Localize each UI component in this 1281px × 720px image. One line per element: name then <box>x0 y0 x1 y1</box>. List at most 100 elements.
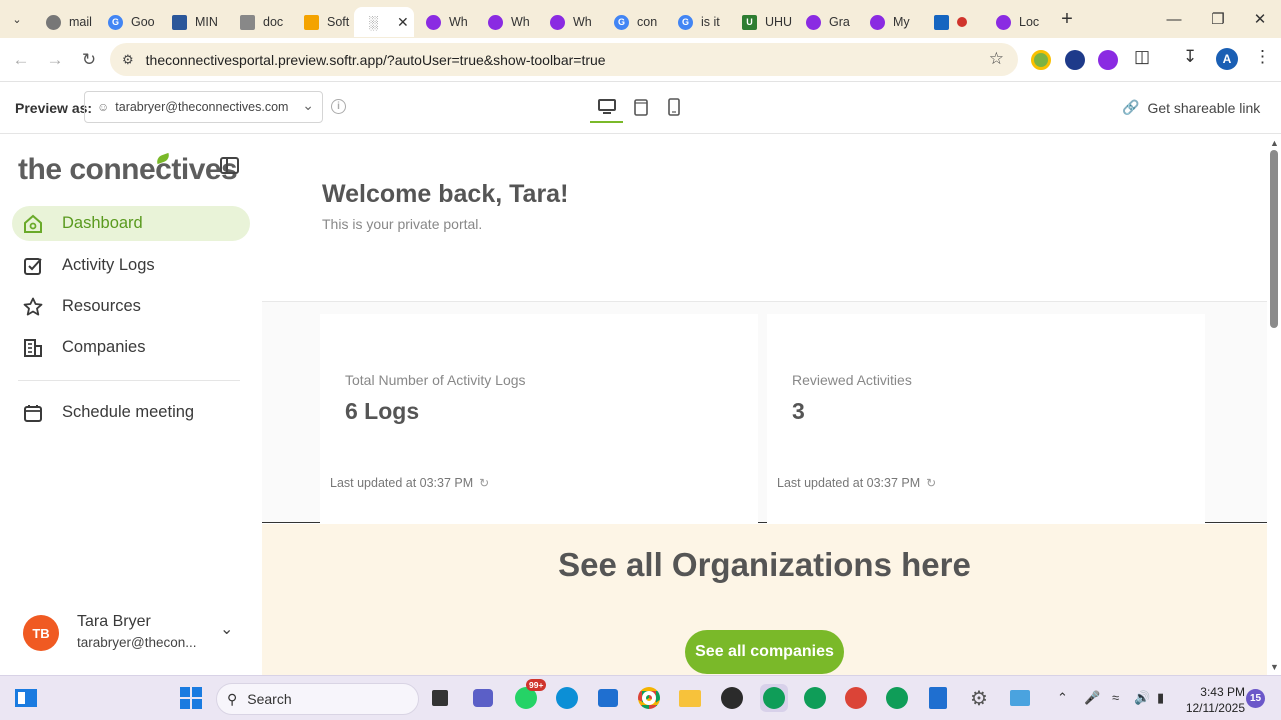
sidebar-item-resources[interactable]: Resources <box>12 289 250 324</box>
preview-as-label: Preview as: <box>15 100 93 116</box>
system-clock[interactable]: 3:43 PM 12/11/2025 <box>1185 684 1245 716</box>
tab-search-chevron-icon[interactable]: ⌄ <box>0 0 34 38</box>
tab-label: Goo <box>131 15 155 29</box>
browser-tab[interactable]: My <box>858 7 922 37</box>
reload-button[interactable]: ↻ <box>72 43 106 77</box>
minimize-button[interactable]: — <box>1152 0 1196 38</box>
google-icon: G <box>614 14 629 30</box>
get-shareable-link-button[interactable]: 🔗 Get shareable link <box>1122 99 1260 116</box>
browser-tab[interactable]: Gra <box>794 7 858 37</box>
sidebar-item-companies[interactable]: Companies <box>12 330 250 365</box>
browser-tab[interactable]: U UHU <box>730 7 794 37</box>
browser-tab[interactable]: G Goo <box>96 7 160 37</box>
new-tab-button[interactable]: + <box>1052 4 1082 34</box>
desktop-view-icon[interactable] <box>596 96 618 118</box>
browser-tab[interactable]: Gcon <box>602 7 666 37</box>
battery-icon[interactable]: ▮ <box>1157 690 1164 706</box>
task-view-icon[interactable] <box>426 684 454 712</box>
whatsapp-icon <box>488 14 503 30</box>
start-windows-icon[interactable] <box>177 684 205 712</box>
browser-tab-active[interactable]: ░ ✕ <box>354 7 414 37</box>
user-menu[interactable]: TB Tara Bryer tarabryer@thecon... ⌄ <box>23 613 253 657</box>
forward-button[interactable]: → <box>38 43 72 77</box>
chrome-profile-taskbar-icon[interactable] <box>883 684 911 712</box>
browser-tab[interactable]: doc <box>228 7 292 37</box>
chrome-icon[interactable] <box>635 684 663 712</box>
calculator-icon[interactable] <box>924 684 952 712</box>
taskbar-search-box[interactable]: ⚲ Search <box>216 683 419 715</box>
close-window-button[interactable]: ✕ <box>1238 0 1281 38</box>
sidebar-item-dashboard[interactable]: Dashboard <box>12 206 250 241</box>
browser-tab[interactable]: mail <box>34 7 96 37</box>
browser-tab[interactable] <box>922 7 984 37</box>
whatsapp-icon <box>806 14 821 30</box>
close-tab-icon[interactable]: ✕ <box>397 14 409 31</box>
refresh-icon[interactable]: ↻ <box>926 476 936 490</box>
preview-user-select[interactable]: ☺ tarabryer@theconnectives.com ⌄ <box>84 91 323 123</box>
address-bar[interactable]: ⚙ theconnectivesportal.preview.softr.app… <box>110 43 1018 76</box>
browser-tab[interactable]: Loc <box>984 7 1046 37</box>
site-info-icon[interactable]: ⚙ <box>122 52 134 68</box>
extension-icon[interactable] <box>1031 50 1051 70</box>
browser-tab[interactable]: Wh <box>538 7 602 37</box>
profile-avatar[interactable]: A <box>1216 48 1238 70</box>
page-scrollbar[interactable]: ▲ ▼ <box>1267 135 1281 675</box>
maximize-button[interactable]: ❐ <box>1196 0 1240 38</box>
browser-tab-strip: ⌄ mail G Goo MIN doc Soft ░ ✕ Wh Wh Wh Gco… <box>0 0 1281 38</box>
extension-icon[interactable] <box>1098 50 1118 70</box>
microphone-icon[interactable]: 🎤 <box>1084 690 1100 706</box>
tab-label: Wh <box>511 15 530 29</box>
uhu-icon: U <box>742 14 757 30</box>
see-all-companies-button[interactable]: See all companies <box>685 630 844 674</box>
chrome-profile-taskbar-icon[interactable] <box>801 684 829 712</box>
browser-tab[interactable]: Wh <box>476 7 538 37</box>
checkbox-icon <box>22 255 44 277</box>
connectives-logo[interactable]: the connectives <box>18 153 238 187</box>
edge-icon[interactable] <box>553 684 581 712</box>
scroll-down-arrow-icon[interactable]: ▼ <box>1270 662 1279 672</box>
notification-count-badge[interactable]: 15 <box>1246 689 1265 708</box>
extension-icon[interactable] <box>1065 50 1085 70</box>
whatsapp-icon <box>550 14 565 30</box>
browser-menu-icon[interactable]: ⋮ <box>1254 47 1271 67</box>
browser-tab[interactable]: Wh <box>414 7 476 37</box>
browser-tab[interactable]: MIN <box>160 7 228 37</box>
media-player-icon[interactable] <box>718 684 746 712</box>
chrome-profile-taskbar-icon[interactable] <box>760 684 788 712</box>
store-icon[interactable] <box>594 684 622 712</box>
sidebar-item-label: Activity Logs <box>62 256 155 274</box>
preview-user-value: tarabryer@theconnectives.com <box>115 100 289 114</box>
sidebar: the connectives Dashboard Activity Logs … <box>0 135 262 675</box>
file-explorer-icon[interactable] <box>676 684 704 712</box>
bookmark-star-icon[interactable]: ☆ <box>989 49 1004 69</box>
stat-value: 3 <box>792 398 805 424</box>
extensions-puzzle-icon[interactable]: ◫ <box>1134 47 1150 67</box>
explorer-icon[interactable] <box>1006 684 1034 712</box>
collapse-sidebar-icon[interactable] <box>220 157 239 174</box>
whatsapp-taskbar-icon[interactable]: 99+ <box>512 679 547 712</box>
address-bar-row: ← → ↻ ⚙ theconnectivesportal.preview.sof… <box>0 38 1281 82</box>
browser-tab[interactable]: Soft <box>292 7 354 37</box>
widgets-icon[interactable] <box>12 684 40 712</box>
scrollbar-thumb[interactable] <box>1270 150 1278 328</box>
info-icon[interactable]: i <box>331 99 346 114</box>
teams-icon[interactable] <box>469 684 497 712</box>
wifi-icon[interactable]: ≈ <box>1112 690 1119 705</box>
back-button[interactable]: ← <box>4 43 38 77</box>
volume-icon[interactable]: 🔊 <box>1134 690 1150 706</box>
stat-updated: Last updated at 03:37 PM ↻ <box>330 476 489 490</box>
browser-tab[interactable]: Gis it <box>666 7 730 37</box>
scroll-up-arrow-icon[interactable]: ▲ <box>1270 138 1279 148</box>
download-icon[interactable]: ↧ <box>1183 47 1197 67</box>
sidebar-item-schedule-meeting[interactable]: Schedule meeting <box>12 395 250 430</box>
tablet-view-icon[interactable] <box>630 96 652 118</box>
settings-gear-icon[interactable]: ⚙ <box>965 684 993 712</box>
link-icon: 🔗 <box>1122 99 1140 115</box>
tab-label: Wh <box>449 15 468 29</box>
chevron-down-icon[interactable]: ⌄ <box>220 619 233 639</box>
mobile-view-icon[interactable] <box>663 96 685 118</box>
chrome-profile-taskbar-icon[interactable] <box>842 684 870 712</box>
show-hidden-icons-icon[interactable]: ⌃ <box>1057 690 1068 706</box>
sidebar-item-activity-logs[interactable]: Activity Logs <box>12 248 250 283</box>
refresh-icon[interactable]: ↻ <box>479 476 489 490</box>
